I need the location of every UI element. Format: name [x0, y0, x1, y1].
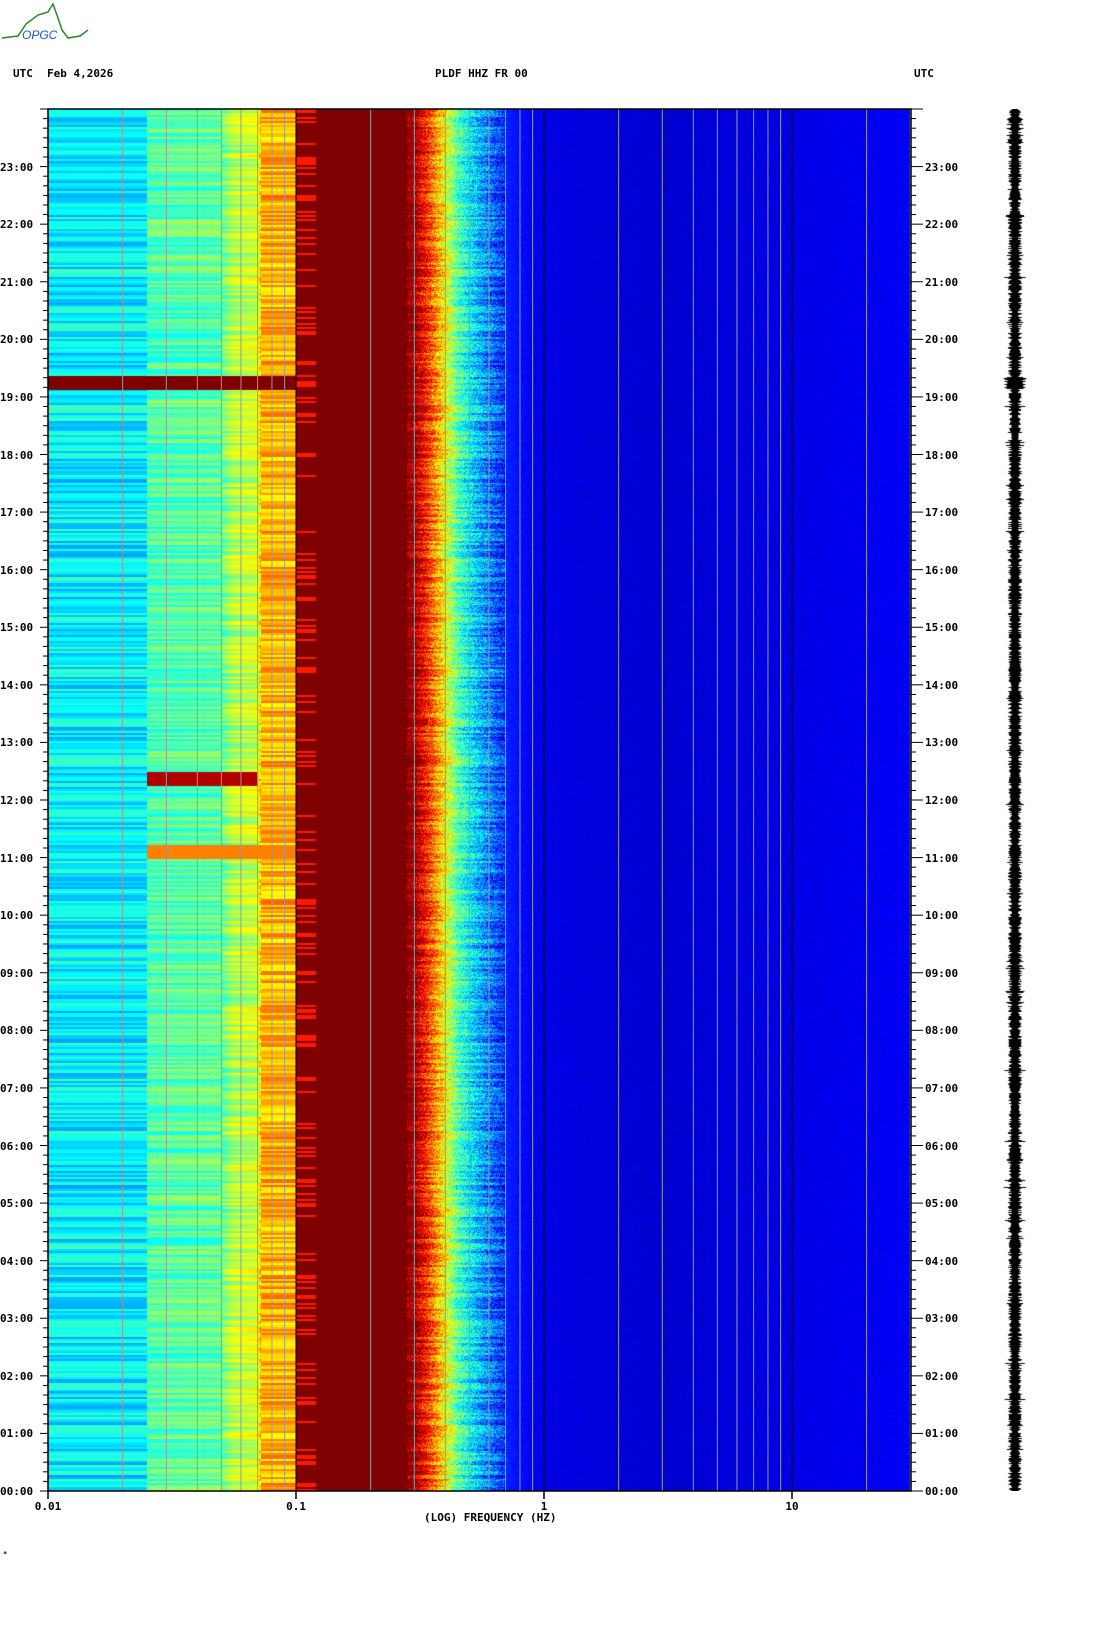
y-tick-label-right: 02:00 — [925, 1369, 959, 1383]
y-tick-label-right: 20:00 — [925, 333, 959, 347]
y-tick-label-left: 14:00 — [0, 678, 34, 692]
y-tick-label-right: 15:00 — [925, 621, 959, 635]
y-tick-label-left: 18:00 — [0, 448, 34, 462]
y-tick-label-left: 07:00 — [0, 1081, 34, 1095]
y-tick-label-right: 07:00 — [925, 1081, 959, 1095]
y-tick-label-left: 21:00 — [0, 275, 34, 289]
x-tick-label: 0.01 — [34, 1500, 62, 1513]
x-tick-label: 0.1 — [286, 1500, 306, 1513]
y-tick-label-left: 22:00 — [0, 218, 34, 232]
y-tick-label-right: 23:00 — [925, 160, 959, 174]
y-tick-label-right: 19:00 — [925, 390, 959, 404]
y-tick-label-right: 10:00 — [925, 909, 959, 923]
y-tick-label-left: 00:00 — [0, 1485, 34, 1498]
y-tick-label-left: 11:00 — [0, 851, 34, 865]
y-tick-label-left: 13:00 — [0, 736, 34, 750]
y-tick-label-right: 08:00 — [925, 1024, 959, 1038]
y-tick-label-left: 20:00 — [0, 333, 34, 347]
seismogram-trace — [1000, 109, 1030, 1491]
plot-frame — [47, 108, 912, 1492]
y-tick-label-right: 14:00 — [925, 678, 959, 692]
y-tick-label-right: 11:00 — [925, 851, 959, 865]
y-tick-label-right: 16:00 — [925, 563, 959, 577]
y-tick-label-left: 15:00 — [0, 621, 34, 635]
y-tick-label-right: 03:00 — [925, 1312, 959, 1326]
y-tick-label-right: 05:00 — [925, 1197, 959, 1211]
y-tick-label-left: 08:00 — [0, 1024, 34, 1038]
y-tick-label-left: 03:00 — [0, 1312, 34, 1326]
x-tick-label: 10 — [785, 1500, 799, 1513]
y-tick-label-left: 16:00 — [0, 563, 34, 577]
y-tick-label-left: 05:00 — [0, 1197, 34, 1211]
y-tick-label-right: 13:00 — [925, 736, 959, 750]
y-tick-label-left: 02:00 — [0, 1369, 34, 1383]
y-tick-label-right: 12:00 — [925, 794, 959, 807]
y-tick-label-right: 00:00 — [925, 1485, 959, 1498]
x-axis-label: (LOG) FREQUENCY (HZ) — [424, 1511, 557, 1524]
y-tick-label-right: 01:00 — [925, 1427, 959, 1441]
y-tick-label-left: 19:00 — [0, 390, 34, 404]
y-tick-label-right: 09:00 — [925, 966, 959, 980]
y-tick-label-left: 12:00 — [0, 794, 34, 807]
y-tick-label-left: 17:00 — [0, 506, 34, 520]
y-tick-label-left: 09:00 — [0, 966, 34, 980]
y-tick-label-right: 21:00 — [925, 275, 959, 289]
y-tick-label-right: 22:00 — [925, 218, 959, 232]
y-tick-label-left: 01:00 — [0, 1427, 34, 1441]
y-tick-label-left: 06:00 — [0, 1139, 34, 1153]
y-tick-label-left: 10:00 — [0, 909, 34, 923]
y-tick-label-right: 06:00 — [925, 1139, 959, 1153]
footer-mark: * — [3, 1550, 8, 1558]
chart-axes — [40, 108, 923, 1499]
y-tick-label-left: 23:00 — [0, 160, 34, 174]
y-tick-label-right: 17:00 — [925, 506, 959, 520]
y-tick-label-right: 18:00 — [925, 448, 959, 462]
y-tick-label-left: 04:00 — [0, 1254, 34, 1268]
y-tick-label-right: 04:00 — [925, 1254, 959, 1268]
